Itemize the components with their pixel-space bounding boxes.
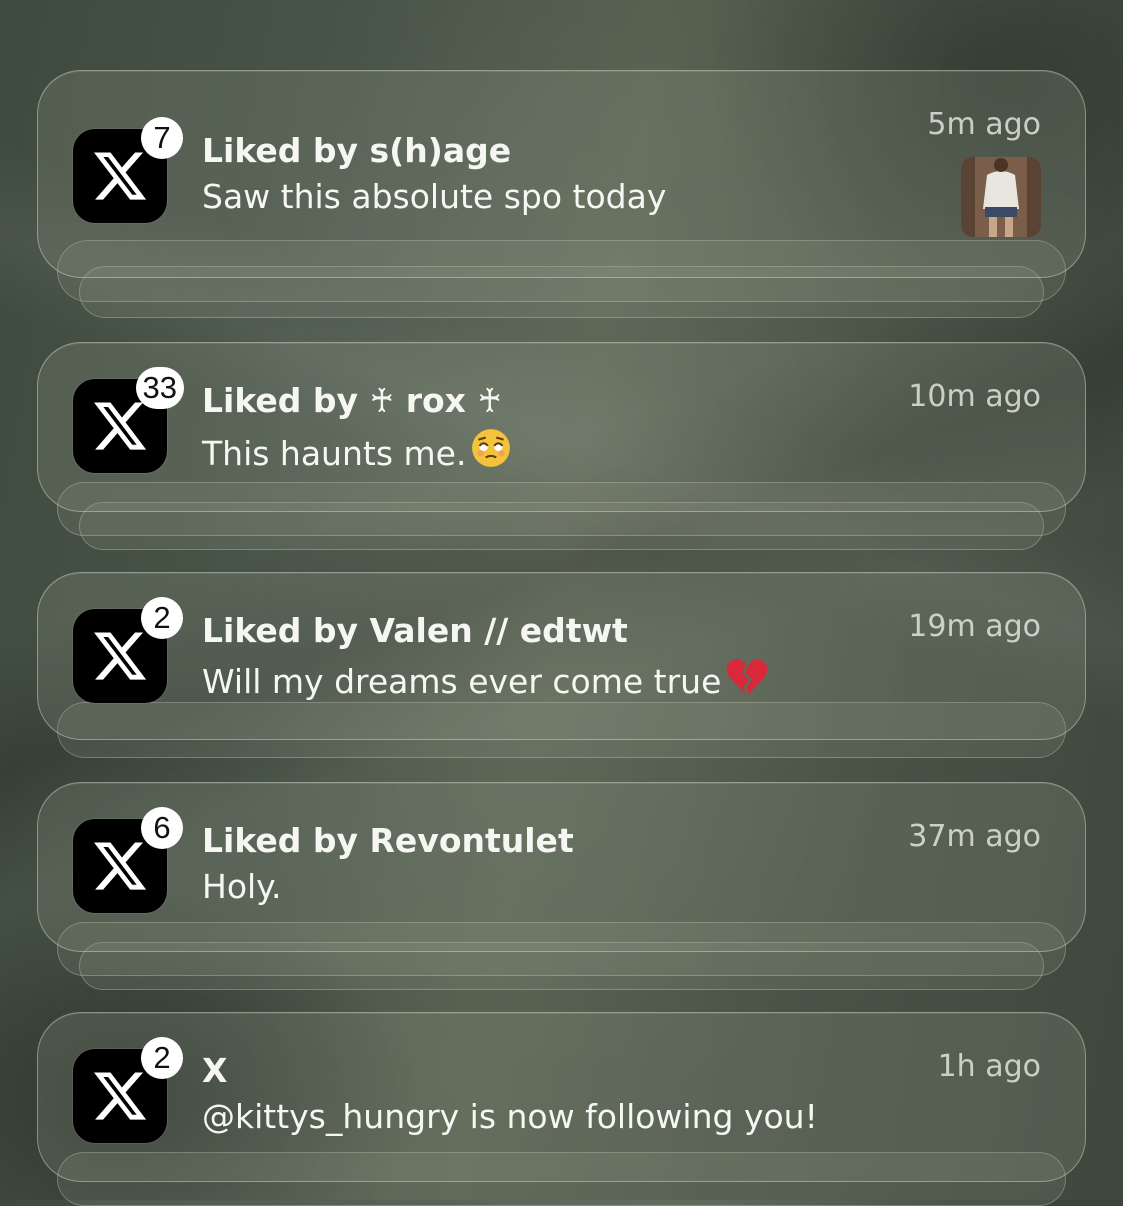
notification-stack-1[interactable]: 7 Liked by s(h)age Saw this absolute spo… [37, 70, 1086, 322]
notification-card[interactable]: 6 Liked by Revontulet Holy. 37m ago [37, 782, 1086, 952]
notification-stack-3[interactable]: 2 Liked by Valen // edtwt Will my dreams… [37, 572, 1086, 762]
notification-title: Liked by Revontulet [202, 821, 574, 860]
x-logo-icon [94, 152, 147, 200]
x-logo-icon [94, 632, 147, 680]
notification-card[interactable]: 33 Liked by ♰ rox ♰ This haunts me. 10m … [37, 342, 1086, 512]
notification-card[interactable]: 7 Liked by s(h)age Saw this absolute spo… [37, 70, 1086, 278]
x-app-icon: 7 [73, 117, 183, 223]
notification-count-badge: 2 [141, 1037, 183, 1079]
notification-body: Saw this absolute spo today [202, 177, 667, 216]
notification-body: Will my dreams ever come true [202, 657, 769, 705]
notification-stack-2[interactable]: 33 Liked by ♰ rox ♰ This haunts me. 10m … [37, 342, 1086, 552]
notification-time: 37m ago [908, 819, 1041, 854]
notification-body-text: Will my dreams ever come true [202, 662, 722, 701]
notification-body: This haunts me. [202, 427, 512, 477]
notification-time: 1h ago [937, 1049, 1041, 1084]
notification-stack-4[interactable]: 6 Liked by Revontulet Holy. 37m ago [37, 782, 1086, 992]
x-logo-icon [94, 842, 147, 890]
notification-body: @kittys_hungry is now following you! [202, 1097, 818, 1136]
x-app-icon: 2 [73, 597, 183, 703]
x-logo-icon [94, 402, 147, 450]
notification-count-badge: 2 [141, 597, 183, 639]
notification-body: Holy. [202, 867, 282, 906]
notification-title: Liked by s(h)age [202, 131, 512, 170]
notification-count-badge: 33 [135, 367, 184, 409]
x-app-icon: 2 [73, 1037, 183, 1143]
notification-title: Liked by ♰ rox ♰ [202, 381, 503, 420]
notification-card[interactable]: 2 Liked by Valen // edtwt Will my dreams… [37, 572, 1086, 740]
x-logo-icon [94, 1072, 147, 1120]
notification-time: 5m ago [927, 107, 1041, 142]
x-app-icon: 6 [73, 807, 183, 913]
notification-count-badge: 6 [141, 807, 183, 849]
notification-title: Liked by Valen // edtwt [202, 611, 628, 650]
notification-stack-5[interactable]: 2 X @kittys_hungry is now following you!… [37, 1012, 1086, 1206]
notification-card[interactable]: 2 X @kittys_hungry is now following you!… [37, 1012, 1086, 1182]
pleading-face-emoji-icon [470, 427, 512, 477]
notification-count-badge: 7 [141, 117, 183, 159]
x-app-icon: 33 [73, 367, 184, 473]
media-thumbnail [961, 157, 1041, 237]
notification-time: 10m ago [908, 379, 1041, 414]
notification-body-text: This haunts me. [202, 434, 467, 473]
notification-title: X [202, 1051, 228, 1090]
notification-time: 19m ago [908, 609, 1041, 644]
broken-heart-emoji-icon [725, 657, 769, 705]
thumbnail-image [961, 157, 1041, 237]
